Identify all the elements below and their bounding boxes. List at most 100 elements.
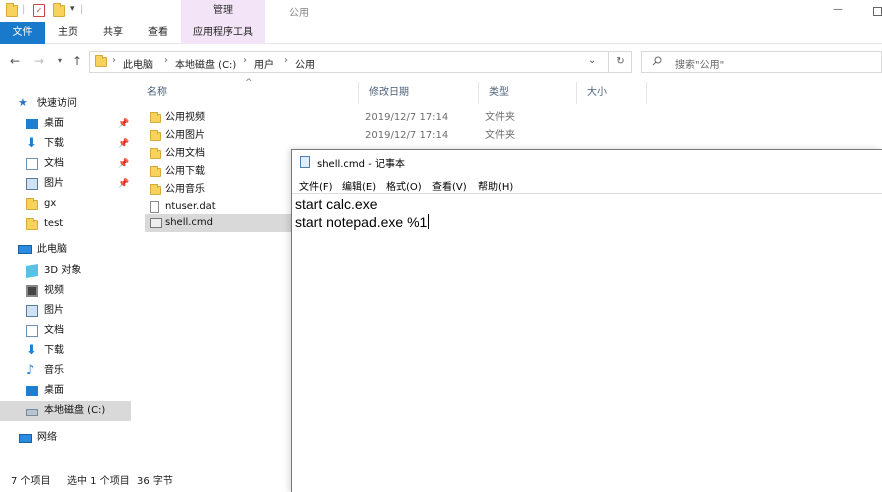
address-dropdown-icon[interactable]: ⌄ <box>588 55 596 66</box>
tab-file[interactable]: 文件 <box>0 22 45 44</box>
minimize-button[interactable]: — <box>826 0 850 22</box>
window-title: 公用 <box>289 8 309 19</box>
back-arrow-icon[interactable]: ← <box>8 54 22 68</box>
folder-icon <box>150 130 161 141</box>
folder-icon <box>26 218 38 230</box>
tab-share[interactable]: 共享 <box>95 22 131 44</box>
sidebar-item-local-disk[interactable]: 本地磁盘 (C:) <box>0 401 131 421</box>
column-header-type[interactable]: 类型 <box>479 82 577 104</box>
folder-icon <box>6 3 18 17</box>
download-icon: ⬇ <box>26 343 37 358</box>
menu-file[interactable]: 文件(F) <box>299 178 333 193</box>
cmd-file-icon <box>150 218 162 228</box>
column-header-date[interactable]: 修改日期 <box>359 82 479 104</box>
forward-arrow-icon[interactable]: → <box>32 54 46 68</box>
text-line-with-caret: start notepad.exe %1 <box>295 213 430 231</box>
refresh-button[interactable]: ↻ <box>608 52 632 72</box>
ribbon-tabs: 文件 主页 共享 查看 应用程序工具 <box>0 22 882 44</box>
text-caret <box>428 214 430 229</box>
desktop-icon <box>26 386 38 396</box>
folder-icon <box>95 55 107 67</box>
tab-application-tools[interactable]: 应用程序工具 <box>181 22 265 44</box>
sidebar-item-this-pc[interactable]: 此电脑 <box>0 240 131 260</box>
folder-icon <box>150 112 161 123</box>
navigation-pane: ★ 快速访问 桌面 📌 ⬇ 下载 📌 文档 📌 图片 📌 gx test 此电脑… <box>0 82 131 472</box>
sidebar-item-music[interactable]: ♪ 音乐 <box>0 361 131 381</box>
maximize-icon <box>873 7 882 16</box>
properties-icon[interactable]: ✓ <box>33 4 45 17</box>
folder-icon <box>150 184 161 195</box>
3d-objects-icon <box>26 263 38 279</box>
folder-icon <box>150 148 161 159</box>
tab-view[interactable]: 查看 <box>140 22 176 44</box>
search-placeholder: 搜索"公用" <box>675 60 725 71</box>
address-bar[interactable]: › 此电脑 › 本地磁盘 (C:) › 用户 › 公用 ⌄ ↻ <box>89 51 632 73</box>
pin-icon[interactable]: 📌 <box>118 114 129 134</box>
file-icon <box>150 201 159 213</box>
menu-help[interactable]: 帮助(H) <box>478 178 513 193</box>
status-item-count: 7 个项目 <box>11 476 51 487</box>
breadcrumb-local-disk[interactable]: 本地磁盘 (C:) <box>175 56 236 71</box>
download-icon: ⬇ <box>26 136 37 151</box>
tab-home[interactable]: 主页 <box>50 22 86 44</box>
separator: | <box>80 4 84 15</box>
pin-icon[interactable]: 📌 <box>118 134 129 154</box>
breadcrumb-chevron-icon[interactable]: › <box>164 55 168 66</box>
folder-icon <box>26 198 38 210</box>
up-arrow-icon[interactable]: ↑ <box>70 54 84 68</box>
sidebar-item-pictures[interactable]: 图片 📌 <box>0 174 131 194</box>
text-line: start calc.exe <box>295 196 378 212</box>
maximize-button[interactable] <box>869 0 882 22</box>
breadcrumb-chevron-icon[interactable]: › <box>112 55 116 66</box>
sidebar-item-quick-access[interactable]: ★ 快速访问 <box>0 94 131 114</box>
sidebar-item-desktop-pc[interactable]: 桌面 <box>0 381 131 401</box>
picture-icon <box>26 305 38 317</box>
pin-icon[interactable]: 📌 <box>118 174 129 194</box>
breadcrumb-chevron-icon[interactable]: › <box>243 55 247 66</box>
file-row[interactable]: 公用视频 2019/12/7 17:14 文件夹 <box>145 109 845 127</box>
sidebar-item-downloads[interactable]: ⬇ 下载 📌 <box>0 134 131 154</box>
breadcrumb-this-pc[interactable]: 此电脑 <box>123 56 153 71</box>
sidebar-item-documents-pc[interactable]: 文档 <box>0 321 131 341</box>
breadcrumb-users[interactable]: 用户 <box>254 56 274 71</box>
network-icon <box>19 434 32 443</box>
new-folder-icon[interactable] <box>53 3 65 17</box>
sidebar-item-pictures-pc[interactable]: 图片 <box>0 301 131 321</box>
music-icon: ♪ <box>26 363 35 378</box>
sidebar-item-downloads-pc[interactable]: ⬇ 下载 <box>0 341 131 361</box>
notepad-window[interactable]: shell.cmd - 记事本 文件(F) 编辑(E) 格式(O) 查看(V) … <box>291 149 882 492</box>
computer-icon <box>18 245 32 254</box>
notepad-title: shell.cmd - 记事本 <box>317 159 405 170</box>
menu-view[interactable]: 查看(V) <box>432 178 467 193</box>
separator: | <box>22 4 26 15</box>
sidebar-item-gx[interactable]: gx <box>0 194 131 214</box>
column-header-size[interactable]: 大小 <box>577 82 647 104</box>
notepad-title-bar[interactable]: shell.cmd - 记事本 <box>292 150 882 174</box>
column-header-name[interactable]: 名称 <box>137 82 359 104</box>
document-icon <box>26 325 38 337</box>
breadcrumb-public[interactable]: 公用 <box>295 56 315 71</box>
notepad-text-area[interactable]: start calc.exe start notepad.exe %1 <box>292 193 882 492</box>
sidebar-item-videos[interactable]: 视频 <box>0 281 131 301</box>
menu-edit[interactable]: 编辑(E) <box>342 178 376 193</box>
sidebar-item-documents[interactable]: 文档 📌 <box>0 154 131 174</box>
sidebar-item-test[interactable]: test <box>0 214 131 234</box>
status-selection: 选中 1 个项目 <box>67 476 130 487</box>
video-icon <box>26 285 38 297</box>
search-box[interactable]: 搜索"公用" <box>641 51 882 73</box>
sidebar-item-desktop[interactable]: 桌面 📌 <box>0 114 131 134</box>
pin-icon[interactable]: 📌 <box>118 154 129 174</box>
sidebar-item-3d-objects[interactable]: 3D 对象 <box>0 261 131 281</box>
search-icon <box>652 56 662 66</box>
text-line: start notepad.exe %1 <box>295 214 428 230</box>
menu-format[interactable]: 格式(O) <box>386 178 422 193</box>
desktop-icon <box>26 119 38 129</box>
file-row-selected[interactable]: shell.cmd <box>145 214 291 232</box>
recent-locations-icon[interactable]: ▾ <box>53 54 67 68</box>
file-row[interactable]: 公用图片 2019/12/7 17:14 文件夹 <box>145 127 845 145</box>
breadcrumb-chevron-icon[interactable]: › <box>284 55 288 66</box>
customize-dropdown-icon[interactable]: ▾ <box>70 4 75 14</box>
sidebar-item-network[interactable]: 网络 <box>0 428 131 448</box>
manage-tab-header: 管理 <box>181 0 265 22</box>
document-icon <box>26 158 38 170</box>
